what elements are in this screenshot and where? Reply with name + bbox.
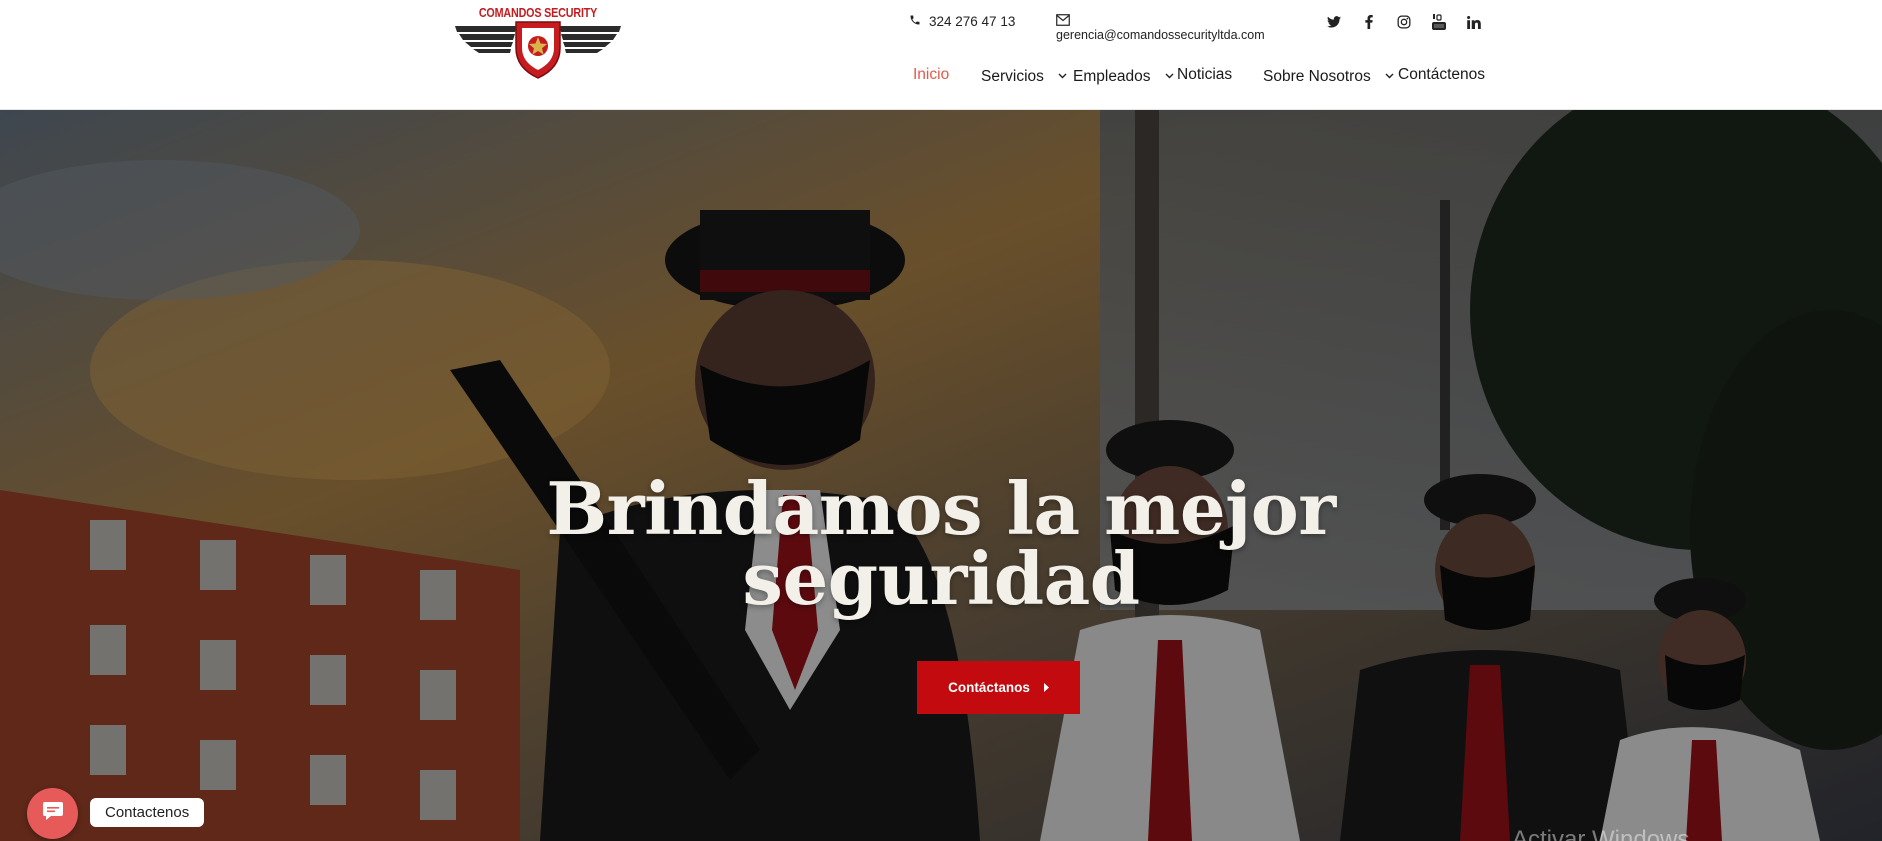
cta-label: Contáctanos	[948, 680, 1030, 695]
nav-label: Empleados	[1073, 68, 1151, 85]
hero-title: Brindamos la mejor seguridad	[541, 473, 1341, 615]
hero-section: Brindamos la mejor seguridad	[0, 110, 1882, 841]
nav-label: Sobre Nosotros	[1263, 68, 1371, 85]
nav-item-inicio[interactable]: Inicio	[913, 66, 949, 84]
nav-item-servicios[interactable]: Servicios	[981, 66, 1067, 86]
caret-right-icon	[1043, 680, 1049, 695]
nav-item-empleados[interactable]: Empleados	[1073, 66, 1174, 86]
phone-icon	[909, 14, 921, 29]
nav-item-contactenos[interactable]: Contáctenos	[1398, 66, 1485, 84]
linkedin-icon[interactable]	[1464, 12, 1484, 32]
hero-title-line2: seguridad	[742, 536, 1140, 621]
chat-widget-label[interactable]: Contactenos	[90, 798, 205, 827]
facebook-icon[interactable]	[1359, 12, 1379, 32]
social-links	[1324, 12, 1484, 32]
chat-widget-button[interactable]	[27, 788, 78, 839]
site-header: COMANDOS SECURITY LTDA. 324 276 47	[0, 0, 1882, 110]
chat-icon	[42, 801, 64, 826]
chevron-down-icon	[1165, 66, 1174, 84]
header-phone[interactable]: 324 276 47 13	[909, 14, 1015, 29]
nav-label: Contáctenos	[1398, 66, 1486, 83]
email-address: gerencia@comandossecurityltda.com	[1056, 28, 1265, 42]
header-email[interactable]: gerencia@comandossecurityltda.com	[1056, 14, 1286, 42]
mail-icon	[1056, 14, 1070, 26]
hero-cta-button[interactable]: Contáctanos	[917, 661, 1080, 714]
activate-windows-watermark: Activar Windows	[1512, 826, 1690, 841]
nav-item-noticias[interactable]: Noticias	[1177, 66, 1232, 84]
nav-label: Servicios	[981, 68, 1044, 85]
chevron-down-icon	[1058, 66, 1067, 84]
youtube-icon[interactable]	[1429, 12, 1449, 32]
nav-label: Noticias	[1177, 66, 1233, 83]
nav-label: Inicio	[913, 66, 950, 83]
company-logo[interactable]: COMANDOS SECURITY LTDA.	[455, 4, 621, 80]
twitter-icon[interactable]	[1324, 12, 1344, 32]
instagram-icon[interactable]	[1394, 12, 1414, 32]
chevron-down-icon	[1385, 66, 1394, 84]
nav-item-sobre-nosotros[interactable]: Sobre Nosotros	[1263, 66, 1394, 86]
phone-number: 324 276 47 13	[929, 14, 1016, 29]
